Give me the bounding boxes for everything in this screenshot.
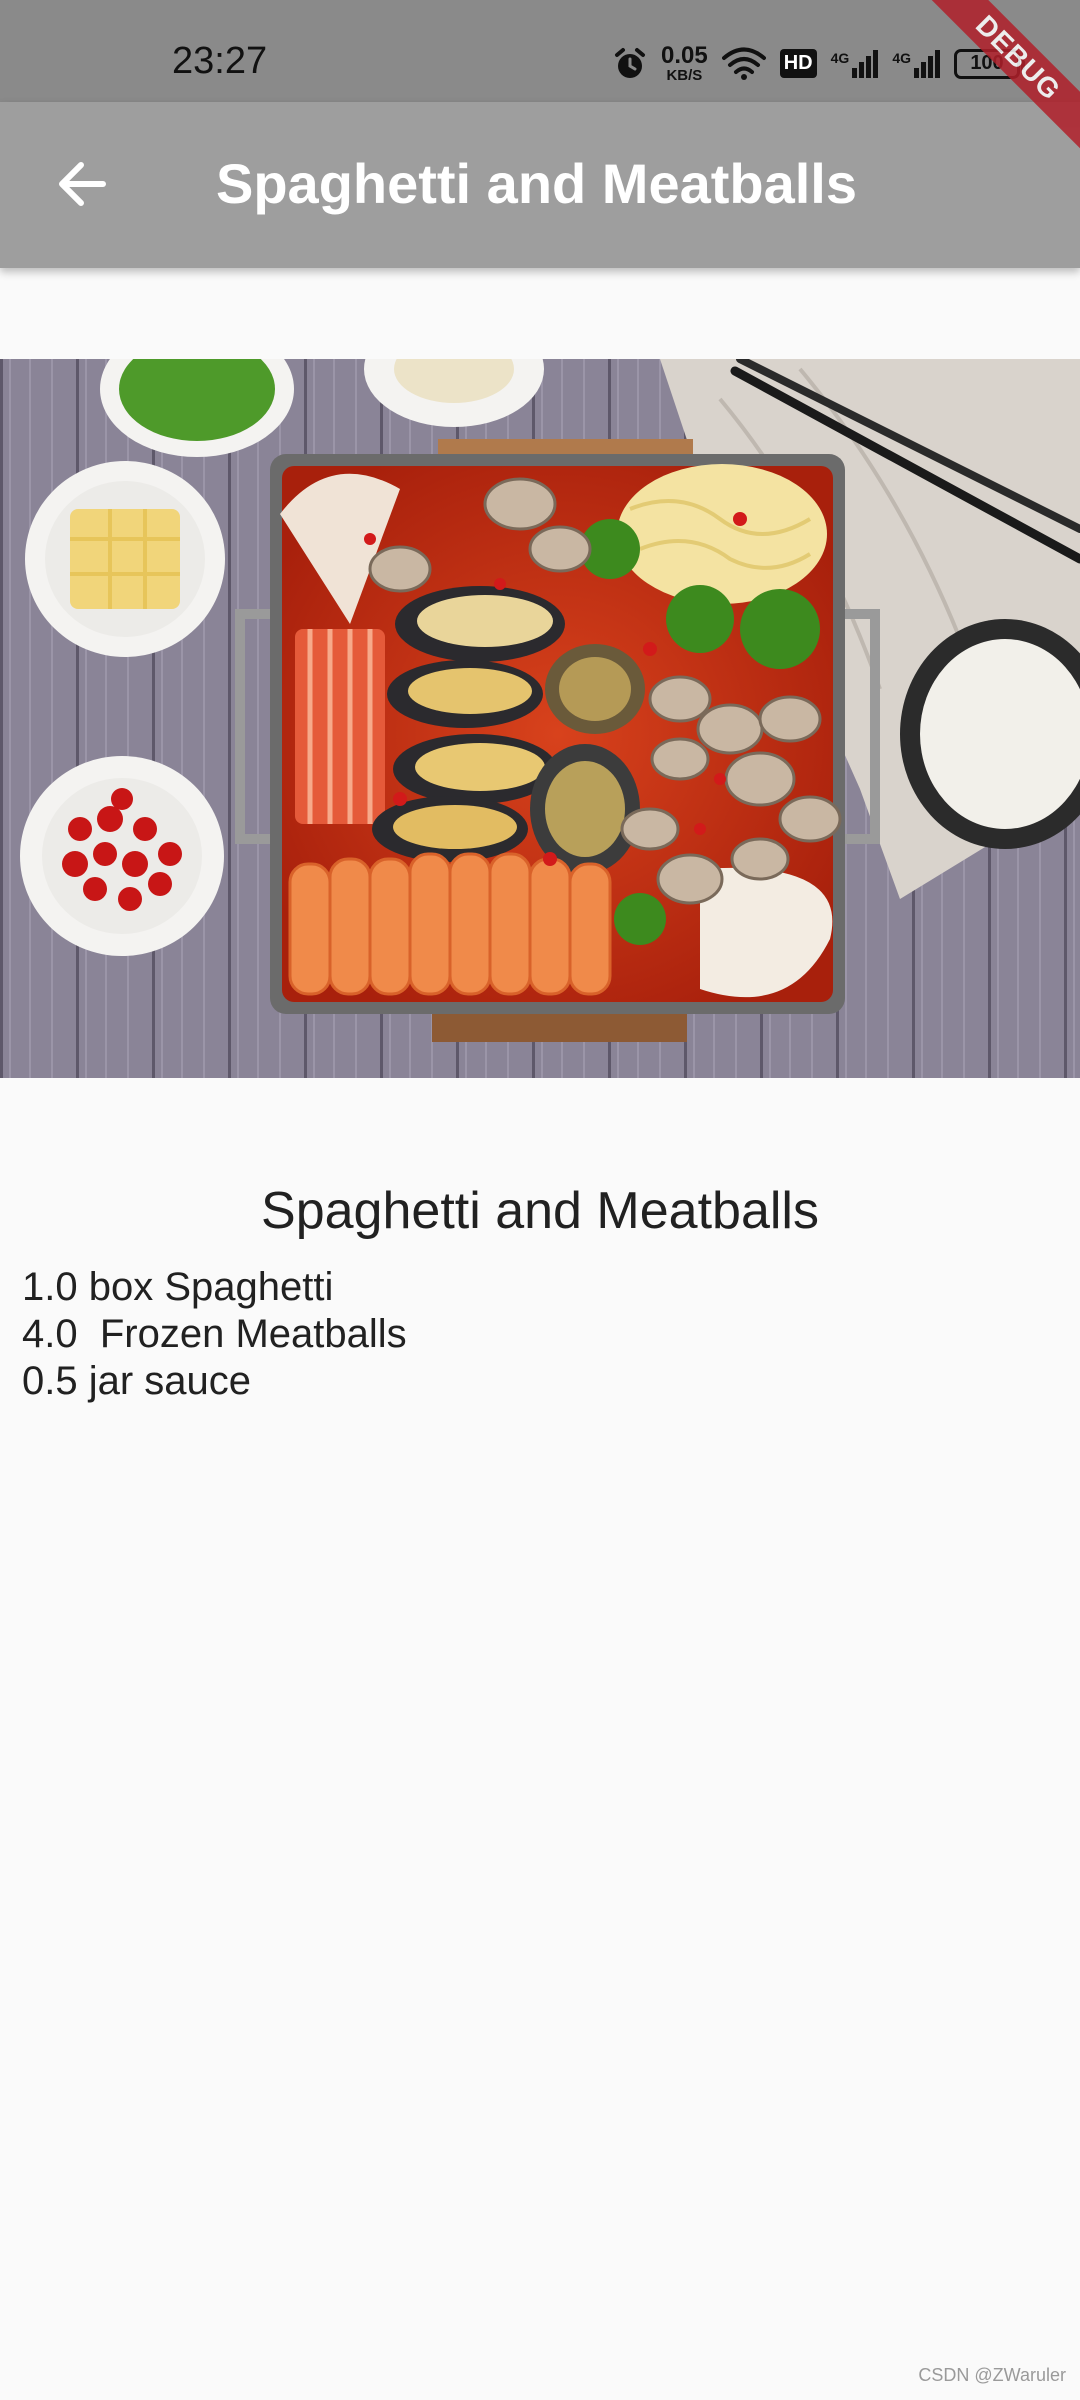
battery-icon: 100 bbox=[954, 48, 1025, 79]
status-icons: 0.05 KB/S HD 4G 4G 100 bbox=[613, 42, 1025, 84]
signal-1-icon: 4G bbox=[830, 49, 879, 78]
network-speed-value: 0.05 bbox=[661, 42, 708, 69]
wifi-icon bbox=[721, 47, 766, 81]
status-bar: 23:27 0.05 KB/S HD 4G 4G 100 bbox=[0, 0, 1080, 102]
ingredient-item: 4.0 Frozen Meatballs bbox=[22, 1312, 407, 1356]
food-photo-icon bbox=[0, 359, 1080, 1078]
ingredient-list: 1.0 box Spaghetti 4.0 Frozen Meatballs 0… bbox=[22, 1264, 407, 1405]
recipe-image bbox=[0, 359, 1080, 1078]
network-speed-unit: KB/S bbox=[666, 67, 703, 84]
signal-1-tag: 4G bbox=[830, 49, 850, 66]
recipe-title: Spaghetti and Meatballs bbox=[261, 1182, 819, 1240]
watermark: CSDN @ZWaruler bbox=[918, 2365, 1066, 2385]
ingredient-item: 1.0 box Spaghetti bbox=[22, 1265, 334, 1309]
signal-2-icon: 4G bbox=[892, 49, 940, 78]
status-time: 23:27 bbox=[172, 40, 268, 82]
battery-level: 100 bbox=[970, 52, 1004, 74]
back-button[interactable] bbox=[40, 144, 124, 228]
app-bar-title: Spaghetti and Meatballs bbox=[216, 152, 857, 215]
app-bar: Spaghetti and Meatballs bbox=[0, 102, 1080, 268]
hd-voice-badge: HD bbox=[779, 49, 817, 78]
signal-2-tag: 4G bbox=[892, 49, 911, 66]
network-speed: 0.05 KB/S bbox=[661, 42, 708, 84]
alarm-icon bbox=[613, 47, 647, 81]
ingredient-item: 0.5 jar sauce bbox=[22, 1359, 252, 1403]
arrow-back-icon bbox=[55, 157, 109, 216]
